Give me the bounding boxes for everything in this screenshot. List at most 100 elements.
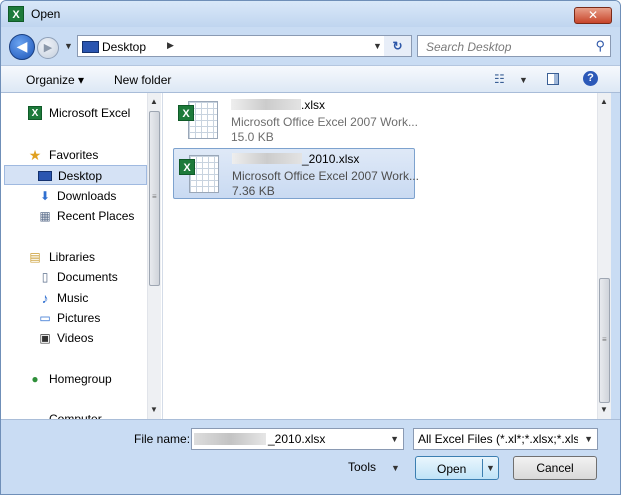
sidebar-item-label: Desktop [58, 169, 103, 183]
sidebar-item-label: Homegroup [49, 372, 112, 386]
search-icon[interactable]: ⚲ [595, 38, 605, 54]
desktop-icon [38, 171, 52, 181]
music-icon: ♪ [41, 290, 49, 306]
sidebar-item-homegroup[interactable]: ● Homegroup [1, 369, 146, 389]
back-button[interactable]: ◀ [9, 34, 35, 60]
sidebar-item-documents[interactable]: ▯ Documents [1, 267, 146, 287]
sidebar-item-label: Libraries [49, 250, 96, 264]
open-dialog: X Open ✕ ◀ ▶ ▼ Desktop ▶ ▼ ↻ Search Desk… [0, 0, 621, 495]
homegroup-icon: ● [31, 372, 39, 386]
documents-icon: ▯ [41, 270, 49, 284]
forward-button[interactable]: ▶ [37, 37, 59, 59]
sidebar-item-videos[interactable]: ▣ Videos [1, 328, 146, 348]
scroll-down-icon[interactable]: ▼ [150, 405, 158, 414]
open-button-label: Open [437, 462, 467, 476]
navigation-pane: X Microsoft Excel ★ Favorites Desktop ⬇ … [1, 93, 163, 419]
tools-dropdown-icon[interactable]: ▼ [391, 463, 400, 473]
filetype-dropdown-icon[interactable]: ▼ [584, 434, 593, 444]
split-divider [482, 459, 483, 477]
file-size: 15.0 KB [231, 130, 274, 144]
sidebar-item-label: Pictures [57, 311, 101, 325]
sidebar-item-computer[interactable]: ▬ Computer [1, 409, 146, 419]
desktop-folder-icon [82, 41, 99, 53]
redacted-text [232, 153, 302, 164]
view-dropdown-icon[interactable]: ▼ [519, 75, 528, 85]
address-bar[interactable]: Desktop ▶ ▼ [77, 35, 409, 57]
filetype-value: All Excel Files (*.xl*;*.xlsx;*.xlsm; [418, 432, 578, 446]
filetype-select[interactable]: All Excel Files (*.xl*;*.xlsx;*.xlsm; ▼ [413, 428, 598, 450]
file-type: Microsoft Office Excel 2007 Work... [232, 169, 419, 183]
file-name: _2010.xlsx [232, 152, 359, 166]
star-icon: ★ [28, 147, 42, 163]
search-placeholder: Search Desktop [426, 40, 512, 54]
open-dropdown-icon[interactable]: ▼ [486, 463, 495, 473]
redacted-text [194, 433, 266, 445]
organize-button[interactable]: Organize ▾ [26, 73, 84, 87]
file-list: X .xlsx Microsoft Office Excel 2007 Work… [163, 93, 611, 419]
sidebar-item-label: Recent Places [57, 209, 135, 223]
navigation-scrollbar[interactable]: ▲ ≡ ▼ [147, 93, 161, 419]
title-bar: X Open ✕ [1, 1, 620, 27]
filename-value[interactable]: _2010.xlsx [268, 432, 325, 446]
excel-badge-icon: X [178, 105, 194, 121]
sidebar-item-favorites[interactable]: ★ Favorites [1, 145, 146, 165]
tools-button[interactable]: Tools [348, 460, 376, 474]
navigation-bar: ◀ ▶ ▼ Desktop ▶ ▼ ↻ Search Desktop ⚲ [1, 31, 620, 63]
window-title: Open [31, 7, 61, 21]
sidebar-item-label: Documents [57, 270, 118, 284]
filename-dropdown-icon[interactable]: ▼ [390, 434, 399, 444]
filename-label: File name: [134, 432, 191, 446]
file-size: 7.36 KB [232, 184, 275, 198]
file-list-scrollbar[interactable]: ▲ ≡ ▼ [597, 93, 611, 419]
file-name: .xlsx [231, 98, 325, 112]
cancel-button[interactable]: Cancel [513, 456, 597, 480]
close-button[interactable]: ✕ [574, 7, 612, 24]
recent-places-icon: ▦ [39, 209, 51, 223]
new-folder-button[interactable]: New folder [114, 73, 171, 87]
address-dropdown-icon[interactable]: ▼ [373, 41, 382, 51]
videos-icon: ▣ [39, 331, 51, 345]
file-item[interactable]: X .xlsx Microsoft Office Excel 2007 Work… [173, 95, 418, 145]
change-view-icon[interactable]: ☷ [494, 72, 505, 86]
dialog-footer: File name: _2010.xlsx ▼ All Excel Files … [1, 419, 620, 494]
sidebar-item-pictures[interactable]: ▭ Pictures [1, 308, 146, 328]
sidebar-item-label: Downloads [57, 189, 117, 203]
excel-icon: X [28, 106, 42, 120]
scroll-up-icon[interactable]: ▲ [600, 97, 608, 106]
computer-icon: ▬ [29, 412, 41, 419]
excel-badge-icon: X [179, 159, 195, 175]
sidebar-item-label: Computer [49, 412, 102, 419]
scroll-thumb[interactable]: ≡ [149, 111, 160, 286]
sidebar-item-label: Music [57, 291, 89, 305]
help-icon[interactable]: ? [583, 71, 598, 86]
redacted-text [231, 99, 301, 110]
sidebar-item-desktop[interactable]: Desktop [4, 165, 147, 185]
file-item-selected[interactable]: X _2010.xlsx Microsoft Office Excel 2007… [173, 148, 419, 199]
command-toolbar: Organize ▾ New folder ☷ ▼ ? [1, 65, 620, 93]
sidebar-item-label: Microsoft Excel [49, 106, 131, 120]
file-type: Microsoft Office Excel 2007 Work... [231, 115, 418, 129]
scroll-up-icon[interactable]: ▲ [150, 97, 158, 106]
downloads-icon: ⬇ [39, 189, 51, 203]
sidebar-item-music[interactable]: ♪ Music [1, 288, 146, 308]
scroll-grip-icon: ≡ [152, 192, 157, 201]
sidebar-item-downloads[interactable]: ⬇ Downloads [1, 186, 146, 206]
sidebar-item-libraries[interactable]: ▤ Libraries [1, 247, 146, 267]
open-button[interactable]: Open ▼ [415, 456, 499, 480]
breadcrumb-separator-icon[interactable]: ▶ [167, 40, 174, 51]
excel-file-icon: X [179, 153, 221, 195]
filename-field[interactable]: _2010.xlsx ▼ [191, 428, 404, 450]
pictures-icon: ▭ [39, 311, 51, 325]
history-dropdown-icon[interactable]: ▼ [64, 41, 73, 51]
sidebar-item-recent-places[interactable]: ▦ Recent Places [1, 206, 146, 226]
sidebar-item-microsoft-excel[interactable]: X Microsoft Excel [1, 103, 146, 123]
refresh-button[interactable]: ↻ [384, 35, 412, 57]
excel-file-icon: X [178, 99, 220, 141]
search-input[interactable]: Search Desktop ⚲ [417, 35, 611, 57]
preview-pane-icon[interactable] [547, 73, 559, 85]
scroll-down-icon[interactable]: ▼ [600, 405, 608, 414]
scroll-thumb[interactable]: ≡ [599, 278, 610, 403]
scroll-grip-icon: ≡ [602, 335, 607, 344]
address-location[interactable]: Desktop [102, 40, 146, 54]
sidebar-item-label: Favorites [49, 148, 99, 162]
